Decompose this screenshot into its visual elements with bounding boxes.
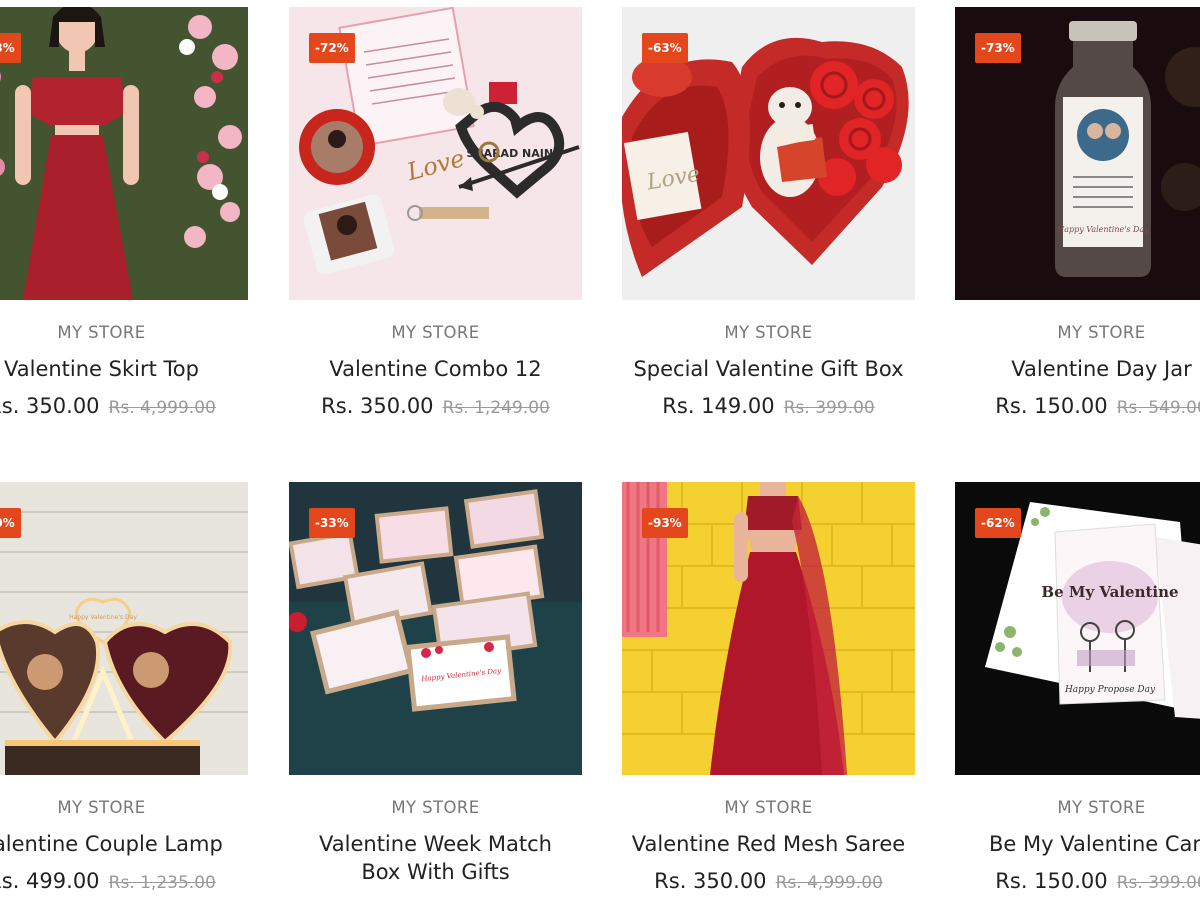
product-image[interactable]: Happy Valentine's Day -60% [0,482,248,775]
discount-badge: -63% [642,33,688,63]
sale-price: Rs. 499.00 [0,869,100,893]
discount-badge: -73% [975,33,1021,63]
compare-price: Rs. 1,235.00 [108,873,216,893]
discount-badge: -33% [309,508,355,538]
product-price: Rs. 150.00 Rs. 549.00 [895,394,1200,418]
product-title[interactable]: Be My Valentine Card [895,830,1200,858]
card-title-text: Be My Valentine [1041,583,1178,601]
sale-price: Rs. 150.00 [995,869,1108,893]
sale-price: Rs. 350.00 [321,394,434,418]
discount-badge: -72% [309,33,355,63]
product-image[interactable]: Be My Valentine Happy Propose Day -62% [955,482,1200,775]
sale-price: Rs. 150.00 [995,394,1108,418]
sale-price: Rs. 350.00 [0,394,100,418]
product-price: Rs. 150.00 Rs. 399.00 [895,869,1200,893]
discount-badge: -62% [975,508,1021,538]
compare-price: Rs. 399.00 [1116,873,1200,893]
product-image[interactable]: SHARAD NAINA Love -72% [289,7,582,300]
compare-price: Rs. 4,999.00 [775,873,883,893]
product-price: Rs. 499.00 Rs. 1,235.00 [0,869,308,893]
card-footer-text: Happy Propose Day [1064,685,1156,695]
discount-badge: -60% [0,508,21,538]
compare-price: Rs. 549.00 [1116,398,1200,418]
sale-price: Rs. 350.00 [654,869,767,893]
compare-price: Rs. 1,249.00 [442,398,550,418]
compare-price: Rs. 399.00 [783,398,875,418]
lamp-sign-text: Happy Valentine's Day [69,614,137,621]
sale-price: Rs. 149.00 [662,394,775,418]
product-image[interactable]: -93% [622,482,915,775]
discount-badge: -93% [0,33,21,63]
product-vendor[interactable]: MY STORE [895,323,1200,342]
product-vendor[interactable]: MY STORE [895,798,1200,817]
compare-price: Rs. 4,999.00 [108,398,216,418]
product-image[interactable]: -93% [0,7,248,300]
discount-badge: -93% [642,508,688,538]
product-image[interactable]: Happy Valentine's Day -33% [289,482,582,775]
jar-label-text: Happy Valentine's Day [1056,225,1149,234]
product-title[interactable]: Valentine Couple Lamp [0,830,308,858]
product-title[interactable]: Valentine Week Match Box With Gifts [299,830,572,886]
product-image[interactable]: Love -63% [622,7,915,300]
product-image[interactable]: Happy Valentine's Day -73% [955,7,1200,300]
product-title[interactable]: Valentine Day Jar [895,355,1200,383]
